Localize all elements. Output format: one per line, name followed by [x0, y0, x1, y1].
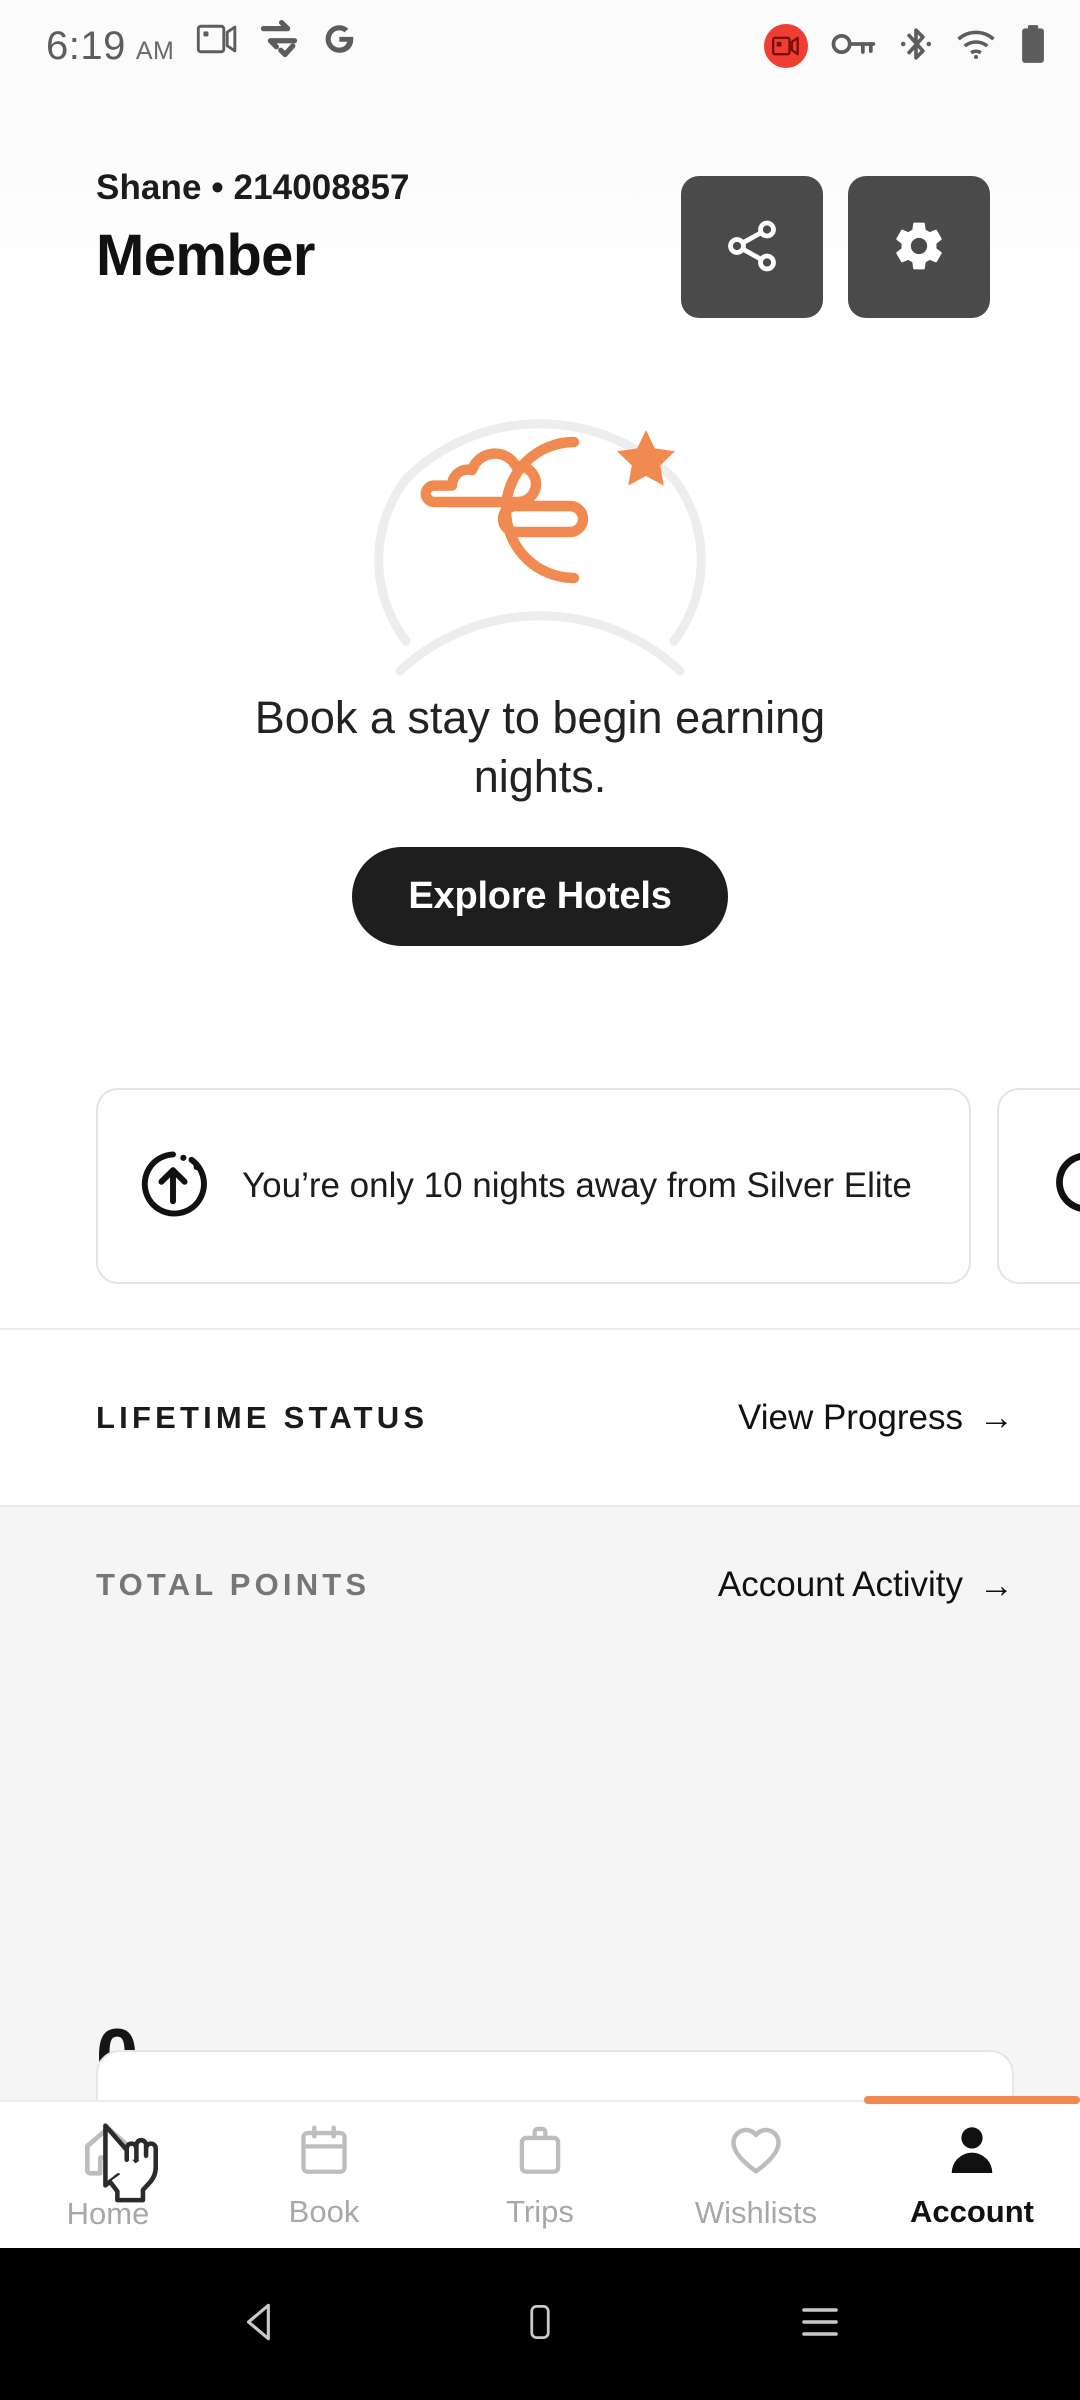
nav-item-trips[interactable]: Trips: [432, 2102, 648, 2248]
android-navigation-bar: [0, 2248, 1080, 2400]
status-ampm: AM: [135, 37, 175, 65]
android-recents-button[interactable]: [760, 2264, 880, 2384]
heart-icon: [726, 2120, 786, 2185]
status-bar-left: 6:19 AM: [46, 20, 358, 69]
home-square-icon: [518, 2300, 562, 2349]
briefcase-icon: [511, 2121, 569, 2184]
home-icon: [77, 2119, 139, 2186]
bluetooth-icon: [900, 25, 932, 68]
nav-label-home: Home: [66, 2195, 150, 2231]
promo-card-text: You’re only 10 nights away from Silver E…: [242, 1165, 912, 1205]
promo-card-upgrade[interactable]: You’re only 10 nights away from Silver E…: [96, 1088, 971, 1284]
nav-label-account: Account: [910, 2193, 1034, 2229]
nav-item-book[interactable]: Book: [216, 2102, 432, 2248]
person-icon: [943, 2121, 1001, 2184]
android-home-button[interactable]: [480, 2264, 600, 2384]
nav-label-trips: Trips: [506, 2193, 574, 2229]
vpn-key-icon: [831, 29, 877, 64]
status-bar: 6:19 AM: [0, 0, 1080, 92]
header-actions: [681, 126, 1034, 318]
page-title: Member: [96, 223, 315, 288]
share-icon: [722, 216, 782, 279]
promo-card-next[interactable]: [997, 1088, 1080, 1284]
total-points-header: TOTAL POINTS Account Activity →: [96, 1565, 1014, 1605]
nights-progress-hero: Book a stay to begin earning nights. Exp…: [0, 328, 1080, 1088]
account-activity-link[interactable]: Account Activity →: [718, 1565, 1014, 1605]
header-text-block: Shane • 214008857 Member: [96, 126, 410, 289]
account-header: Shane • 214008857 Member: [0, 92, 1080, 328]
lifetime-status-label: LIFETIME STATUS: [96, 1399, 429, 1435]
screen-record-icon: [196, 22, 238, 61]
settings-button[interactable]: [848, 176, 990, 318]
progress-ring-wrap: [200, 346, 880, 676]
view-progress-label: View Progress: [737, 1397, 963, 1437]
share-button[interactable]: [681, 176, 823, 318]
refresh-circle-icon: [1049, 1145, 1080, 1228]
nav-item-account[interactable]: Account: [864, 2096, 1080, 2248]
status-time: 6:19: [46, 24, 126, 68]
promo-card-carousel[interactable]: You’re only 10 nights away from Silver E…: [0, 1088, 1080, 1328]
moon-cloud-star-icon: [390, 406, 690, 611]
google-icon: [320, 20, 358, 63]
recording-badge-icon: [764, 24, 808, 68]
status-bar-right: [764, 24, 1046, 69]
wifi-icon: [955, 28, 997, 65]
arrow-right-icon: →: [979, 1565, 1014, 1605]
hero-message: Book a stay to begin earning nights.: [254, 692, 826, 803]
nav-label-book: Book: [288, 2193, 360, 2229]
total-points-section: TOTAL POINTS Account Activity → 0: [0, 1507, 1080, 2150]
calendar-icon: [295, 2121, 353, 2184]
data-transfer-icon: [258, 20, 300, 63]
app-screen: 6:19 AM Shane • 214008857 Member Book a …: [0, 0, 1080, 2400]
nav-label-wishlists: Wishlists: [694, 2194, 818, 2230]
gear-icon: [891, 218, 947, 277]
explore-hotels-button[interactable]: Explore Hotels: [352, 846, 728, 946]
android-back-button[interactable]: [200, 2264, 320, 2384]
nav-item-wishlists[interactable]: Wishlists: [648, 2102, 864, 2248]
active-tab-indicator: [864, 2096, 1080, 2104]
recents-lines-icon: [796, 2302, 844, 2347]
view-progress-link[interactable]: View Progress →: [738, 1398, 1014, 1438]
status-left-icon-group: [196, 20, 358, 63]
lifetime-status-row: LIFETIME STATUS View Progress →: [0, 1330, 1080, 1505]
arrow-right-icon: →: [979, 1398, 1014, 1437]
nav-item-home[interactable]: Home: [0, 2102, 216, 2248]
battery-icon: [1020, 24, 1046, 69]
bottom-navigation: Home Book Trips Wishlists Account: [0, 2096, 1080, 2248]
back-triangle-icon: [235, 2297, 285, 2352]
upgrade-arrow-icon: [136, 1147, 210, 1226]
account-activity-label: Account Activity: [717, 1565, 963, 1604]
total-points-label: TOTAL POINTS: [96, 1567, 371, 1602]
account-name-number: Shane • 214008857: [96, 168, 410, 207]
